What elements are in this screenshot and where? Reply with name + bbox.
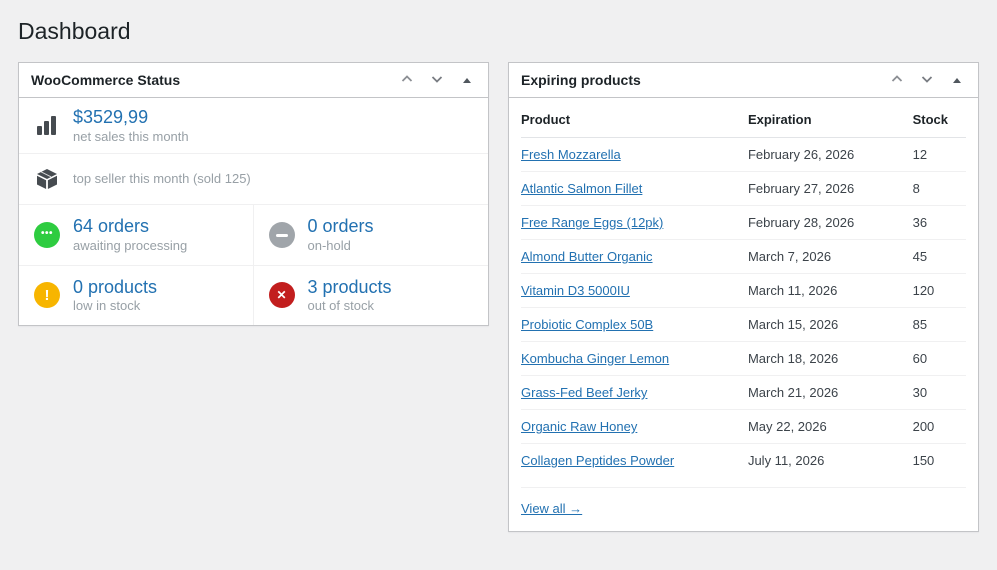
stat-on-hold: 0 orders on-hold	[254, 205, 489, 264]
table-row: Organic Raw Honey May 22, 2026 200	[521, 410, 966, 444]
chevron-up-icon	[399, 71, 415, 90]
toggle-panel-button[interactable]	[452, 65, 482, 95]
expiration-cell: March 7, 2026	[748, 240, 913, 274]
expiration-cell: February 28, 2026	[748, 206, 913, 240]
x-circle-icon: ✕	[269, 282, 295, 308]
woocommerce-status-panel: WooCommerce Status	[18, 62, 489, 326]
product-link[interactable]: Kombucha Ginger Lemon	[521, 351, 669, 366]
expiration-cell: March 11, 2026	[748, 274, 913, 308]
low-in-stock-link[interactable]: 0 products	[73, 276, 157, 299]
table-row: Free Range Eggs (12pk) February 28, 2026…	[521, 206, 966, 240]
stock-cell: 200	[913, 410, 966, 444]
page-title: Dashboard	[18, 17, 131, 47]
stock-cell: 85	[913, 308, 966, 342]
product-link[interactable]: Grass-Fed Beef Jerky	[521, 385, 647, 400]
out-of-stock-label: out of stock	[308, 298, 392, 315]
expiration-cell: February 26, 2026	[748, 138, 913, 172]
table-row: Vitamin D3 5000IU March 11, 2026 120	[521, 274, 966, 308]
move-down-button[interactable]	[912, 65, 942, 95]
expiration-cell: July 11, 2026	[748, 444, 913, 478]
chevron-down-icon	[429, 71, 445, 90]
on-hold-label: on-hold	[308, 238, 374, 255]
stock-cell: 60	[913, 342, 966, 376]
minus-circle-icon	[269, 222, 295, 248]
net-sales-row: $3529,99 net sales this month	[19, 98, 488, 154]
stock-cell: 150	[913, 444, 966, 478]
stock-cell: 120	[913, 274, 966, 308]
table-row: Almond Butter Organic March 7, 2026 45	[521, 240, 966, 274]
stock-cell: 30	[913, 376, 966, 410]
status-stats-grid: ••• 64 orders awaiting processing 0 orde…	[19, 205, 488, 325]
move-down-button[interactable]	[422, 65, 452, 95]
stock-cell: 45	[913, 240, 966, 274]
woocommerce-status-header[interactable]: WooCommerce Status	[19, 63, 488, 98]
ellipsis-circle-icon: •••	[34, 222, 60, 248]
chevron-down-icon	[919, 71, 935, 90]
table-header-row: Product Expiration Stock	[521, 102, 966, 138]
expiration-cell: March 21, 2026	[748, 376, 913, 410]
table-row: Atlantic Salmon Fillet February 27, 2026…	[521, 172, 966, 206]
expiration-cell: February 27, 2026	[748, 172, 913, 206]
awaiting-processing-label: awaiting processing	[73, 238, 187, 255]
stock-cell: 8	[913, 172, 966, 206]
table-row: Fresh Mozzarella February 26, 2026 12	[521, 138, 966, 172]
panel-handle-actions	[882, 65, 978, 95]
expiring-products-table: Product Expiration Stock Fresh Mozzarell…	[521, 102, 966, 477]
low-in-stock-label: low in stock	[73, 298, 157, 315]
triangle-up-icon	[953, 78, 961, 83]
stock-cell: 12	[913, 138, 966, 172]
product-link[interactable]: Vitamin D3 5000IU	[521, 283, 630, 298]
top-seller-label: top seller this month (sold 125)	[73, 171, 251, 188]
chevron-up-icon	[889, 71, 905, 90]
expiration-cell: May 22, 2026	[748, 410, 913, 444]
exclamation-circle-icon: !	[34, 282, 60, 308]
expiring-products-body: Product Expiration Stock Fresh Mozzarell…	[509, 98, 978, 531]
product-link[interactable]: Almond Butter Organic	[521, 249, 653, 264]
awaiting-processing-link[interactable]: 64 orders	[73, 215, 187, 238]
stat-out-of-stock: ✕ 3 products out of stock	[254, 265, 489, 325]
triangle-up-icon	[463, 78, 471, 83]
on-hold-link[interactable]: 0 orders	[308, 215, 374, 238]
panel-handle-actions	[392, 65, 488, 95]
top-seller-row: top seller this month (sold 125)	[19, 154, 488, 205]
table-row: Grass-Fed Beef Jerky March 21, 2026 30	[521, 376, 966, 410]
woocommerce-status-title[interactable]: WooCommerce Status	[19, 63, 192, 97]
stat-low-in-stock: ! 0 products low in stock	[19, 265, 254, 325]
expiration-cell: March 18, 2026	[748, 342, 913, 376]
bar-chart-icon	[34, 116, 60, 136]
table-row: Collagen Peptides Powder July 11, 2026 1…	[521, 444, 966, 478]
column-header-product: Product	[521, 102, 748, 138]
expiration-cell: March 15, 2026	[748, 308, 913, 342]
product-link[interactable]: Free Range Eggs (12pk)	[521, 215, 663, 230]
view-all-row: View all →	[521, 487, 966, 531]
column-header-stock: Stock	[913, 102, 966, 138]
product-link[interactable]: Atlantic Salmon Fillet	[521, 181, 642, 196]
expiring-products-header[interactable]: Expiring products	[509, 63, 978, 98]
out-of-stock-link[interactable]: 3 products	[308, 276, 392, 299]
toggle-panel-button[interactable]	[942, 65, 972, 95]
product-link[interactable]: Collagen Peptides Powder	[521, 453, 674, 468]
net-sales-value-link[interactable]: $3529,99	[73, 106, 189, 129]
cube-icon	[34, 168, 60, 190]
expiring-products-title[interactable]: Expiring products	[509, 63, 653, 97]
table-row: Kombucha Ginger Lemon March 18, 2026 60	[521, 342, 966, 376]
view-all-link[interactable]: View all →	[521, 501, 582, 516]
stock-cell: 36	[913, 206, 966, 240]
product-link[interactable]: Organic Raw Honey	[521, 419, 637, 434]
product-link[interactable]: Probiotic Complex 50B	[521, 317, 653, 332]
column-header-expiration: Expiration	[748, 102, 913, 138]
move-up-button[interactable]	[392, 65, 422, 95]
net-sales-label: net sales this month	[73, 129, 189, 146]
expiring-products-panel: Expiring products Product	[508, 62, 979, 532]
table-row: Probiotic Complex 50B March 15, 2026 85	[521, 308, 966, 342]
product-link[interactable]: Fresh Mozzarella	[521, 147, 621, 162]
stat-awaiting-processing: ••• 64 orders awaiting processing	[19, 205, 254, 264]
move-up-button[interactable]	[882, 65, 912, 95]
